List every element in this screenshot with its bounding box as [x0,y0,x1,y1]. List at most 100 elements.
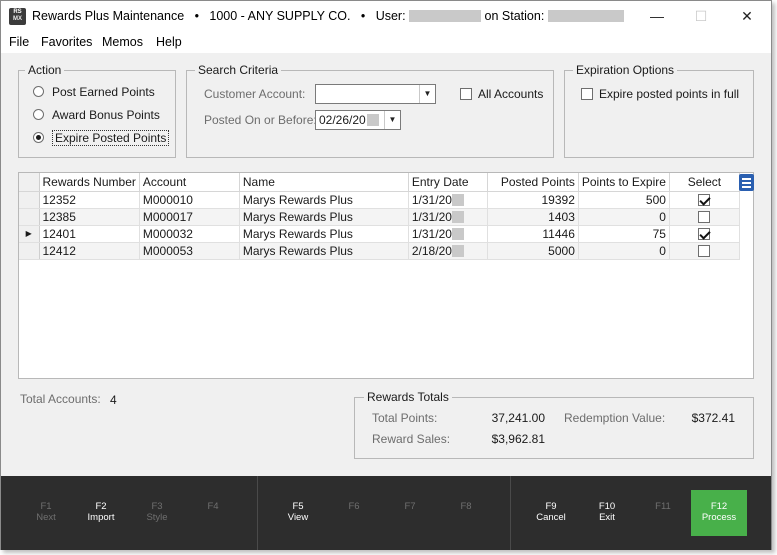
radio-award-bonus-points[interactable]: Award Bonus Points [33,108,160,122]
chevron-down-icon[interactable]: ▼ [384,111,400,129]
row-header[interactable] [19,191,40,209]
cell-name[interactable]: Marys Rewards Plus [239,208,409,226]
expire-in-full-label: Expire posted points in full [599,87,740,101]
fkey-number: F12 [710,501,728,512]
row-header-corner [19,173,40,192]
checkbox[interactable] [460,88,472,100]
action-group-title: Action [25,63,65,77]
title-separator: • [360,9,366,23]
cell-account[interactable]: M000032 [139,225,240,243]
cell-posted-points[interactable]: 5000 [487,242,579,260]
select-checkbox[interactable] [698,210,711,223]
close-button[interactable]: ✕ [737,7,757,25]
total-accounts-value: 4 [110,393,117,407]
f2-import-button[interactable]: F2 Import [73,476,129,550]
cell-rewards-number[interactable]: 12385 [39,208,140,226]
cell-rewards-number[interactable]: 12412 [39,242,140,260]
checkbox[interactable] [581,88,593,100]
table-row[interactable]: 12385 M000017 Marys Rewards Plus 1/31/20… [19,208,740,226]
f11-button[interactable]: F11 [635,476,691,550]
f1-next-button[interactable]: F1 Next [18,476,74,550]
current-row-indicator-icon[interactable]: ▶ [19,225,40,243]
select-checkbox[interactable] [698,227,711,240]
cell-points-to-expire[interactable]: 500 [578,191,670,209]
menu-help[interactable]: Help [156,35,182,49]
fkey-divider [257,476,258,550]
select-checkbox[interactable] [698,193,711,206]
column-header-account[interactable]: Account [139,173,240,192]
title-bar[interactable]: RS MX Rewards Plus Maintenance • 1000 - … [1,1,771,32]
column-header-posted-points[interactable]: Posted Points [487,173,579,192]
f3-style-button[interactable]: F3 Style [129,476,185,550]
cell-select[interactable] [669,191,740,209]
maximize-button[interactable]: ☐ [691,7,711,25]
cell-select[interactable] [669,225,740,243]
fkey-number: F5 [292,501,304,512]
menu-memos[interactable]: Memos [102,35,143,49]
row-header[interactable] [19,208,40,226]
cell-entry-date[interactable]: 1/31/20 [408,225,488,243]
radio-label: Expire Posted Points [52,130,170,146]
cell-name[interactable]: Marys Rewards Plus [239,225,409,243]
cell-rewards-number[interactable]: 12352 [39,191,140,209]
company-name: 1000 - ANY SUPPLY CO. [209,9,351,23]
all-accounts-checkbox[interactable]: All Accounts [460,87,543,101]
cell-points-to-expire[interactable]: 0 [578,242,670,260]
column-header-select[interactable]: Select [669,173,740,192]
cell-name[interactable]: Marys Rewards Plus [239,191,409,209]
expiration-options-group: Expiration Options Expire posted points … [564,63,754,158]
minimize-button[interactable]: — [647,7,667,25]
cell-account[interactable]: M000010 [139,191,240,209]
grid-header-row: Rewards Number Account Name Entry Date P… [19,173,740,192]
cell-select[interactable] [669,242,740,260]
menu-favorites[interactable]: Favorites [41,35,92,49]
cell-account[interactable]: M000017 [139,208,240,226]
row-header[interactable] [19,242,40,260]
cell-posted-points[interactable]: 11446 [487,225,579,243]
rewards-grid[interactable]: Rewards Number Account Name Entry Date P… [18,172,754,379]
radio-post-earned-points[interactable]: Post Earned Points [33,85,155,99]
radio-label: Post Earned Points [52,85,155,99]
radio-button[interactable] [33,109,44,120]
f4-button[interactable]: F4 [185,476,241,550]
fkey-label: Next [36,512,56,523]
expire-in-full-checkbox[interactable]: Expire posted points in full [581,87,739,101]
f9-cancel-button[interactable]: F9 Cancel [523,476,579,550]
cell-select[interactable] [669,208,740,226]
radio-expire-posted-points[interactable]: Expire Posted Points [33,130,170,146]
table-row[interactable]: 12412 M000053 Marys Rewards Plus 2/18/20… [19,242,740,260]
f12-process-button[interactable]: F12 Process [691,490,747,536]
cell-posted-points[interactable]: 1403 [487,208,579,226]
column-header-rewards-number[interactable]: Rewards Number [39,173,140,192]
cell-entry-date[interactable]: 1/31/20 [408,208,488,226]
cell-points-to-expire[interactable]: 75 [578,225,670,243]
cell-rewards-number[interactable]: 12401 [39,225,140,243]
column-header-points-to-expire[interactable]: Points to Expire [578,173,670,192]
column-header-entry-date[interactable]: Entry Date [408,173,488,192]
rewards-table: Rewards Number Account Name Entry Date P… [19,173,740,260]
cell-entry-date[interactable]: 2/18/20 [408,242,488,260]
cell-posted-points[interactable]: 19392 [487,191,579,209]
column-header-name[interactable]: Name [239,173,409,192]
f8-button[interactable]: F8 [438,476,494,550]
fkey-number: F9 [545,501,557,512]
cell-entry-date[interactable]: 1/31/20 [408,191,488,209]
select-checkbox[interactable] [698,244,711,257]
f10-exit-button[interactable]: F10 Exit [579,476,635,550]
posted-on-date-picker[interactable]: 02/26/20 ▼ [315,110,401,130]
radio-button[interactable] [33,132,44,143]
chevron-down-icon[interactable]: ▼ [419,85,435,103]
fkey-number: F3 [151,501,163,512]
radio-button[interactable] [33,86,44,97]
cell-account[interactable]: M000053 [139,242,240,260]
cell-name[interactable]: Marys Rewards Plus [239,242,409,260]
customer-account-combo[interactable]: ▼ [315,84,436,104]
table-row[interactable]: 12352 M000010 Marys Rewards Plus 1/31/20… [19,191,740,209]
f5-view-button[interactable]: F5 View [270,476,326,550]
f7-button[interactable]: F7 [382,476,438,550]
column-menu-icon[interactable] [739,174,754,191]
f6-button[interactable]: F6 [326,476,382,550]
table-row[interactable]: ▶ 12401 M000032 Marys Rewards Plus 1/31/… [19,225,740,243]
menu-file[interactable]: File [9,35,29,49]
cell-points-to-expire[interactable]: 0 [578,208,670,226]
